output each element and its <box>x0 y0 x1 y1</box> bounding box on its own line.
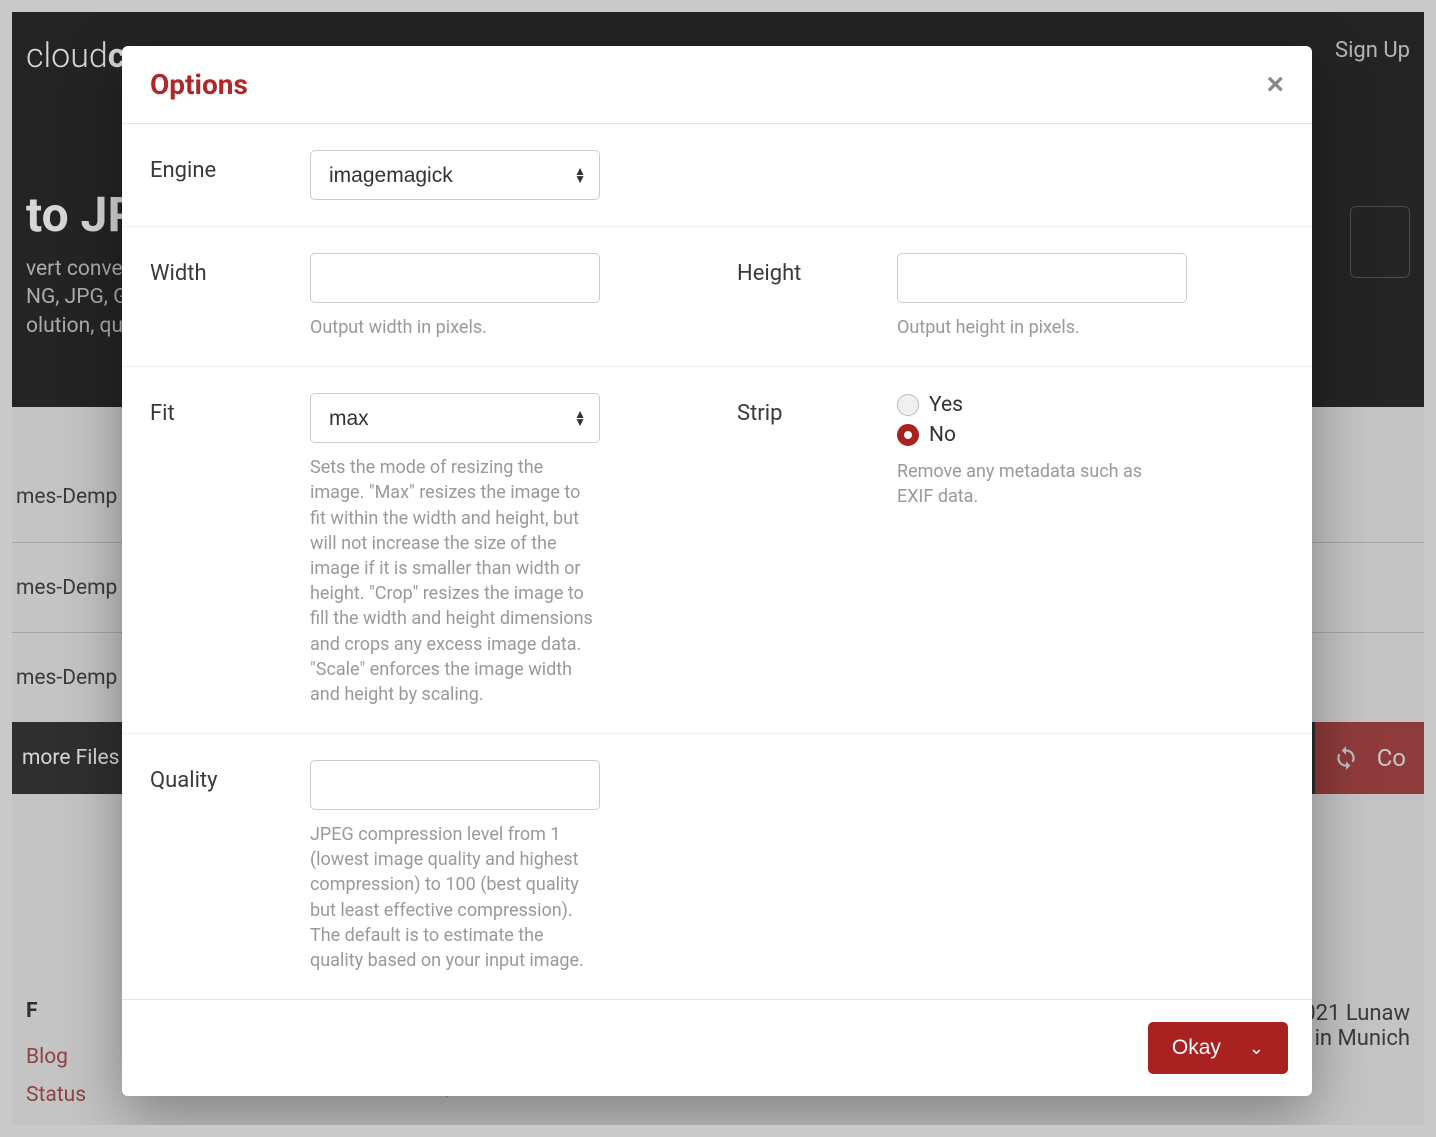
radio-icon <box>897 424 919 446</box>
quality-helper: JPEG compression level from 1 (lowest im… <box>310 822 600 973</box>
options-modal: Options × Engine imagemagick ▲▼ <box>122 46 1312 1096</box>
strip-no-option[interactable]: No <box>897 423 1284 447</box>
strip-yes-option[interactable]: Yes <box>897 393 1284 417</box>
width-input[interactable] <box>310 253 600 303</box>
engine-select[interactable]: imagemagick <box>310 150 600 200</box>
fit-helper: Sets the mode of resizing the image. "Ma… <box>310 455 600 707</box>
width-label: Width <box>150 253 310 340</box>
strip-label: Strip <box>737 393 897 707</box>
chevron-down-icon: ⌄ <box>1249 1038 1264 1059</box>
fit-label: Fit <box>150 393 310 707</box>
quality-label: Quality <box>150 760 310 973</box>
height-input[interactable] <box>897 253 1187 303</box>
width-helper: Output width in pixels. <box>310 315 600 340</box>
strip-no-label: No <box>929 423 956 447</box>
strip-helper: Remove any metadata such as EXIF data. <box>897 459 1157 509</box>
quality-input[interactable] <box>310 760 600 810</box>
okay-button[interactable]: Okay ⌄ <box>1148 1022 1288 1074</box>
height-label: Height <box>737 253 897 340</box>
fit-select[interactable]: max <box>310 393 600 443</box>
height-helper: Output height in pixels. <box>897 315 1187 340</box>
modal-title: Options <box>150 68 248 101</box>
radio-icon <box>897 394 919 416</box>
okay-label: Okay <box>1172 1036 1221 1060</box>
strip-yes-label: Yes <box>929 393 963 417</box>
close-icon[interactable]: × <box>1266 70 1284 100</box>
engine-label: Engine <box>150 150 310 200</box>
